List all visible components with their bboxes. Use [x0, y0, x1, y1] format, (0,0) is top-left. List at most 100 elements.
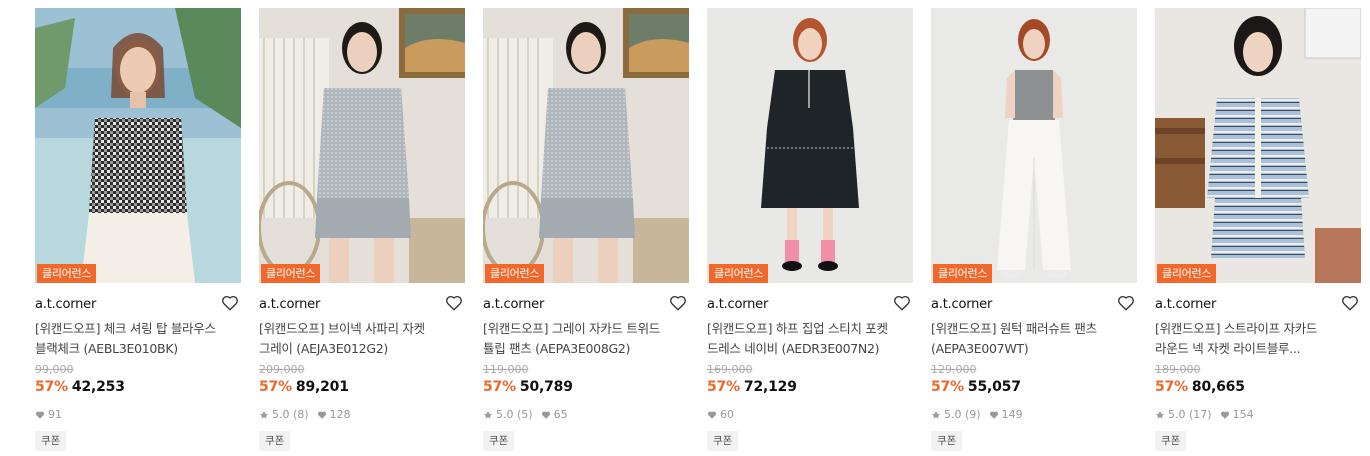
- product-name-line2: 드레스 네이비 (AEDR3E007N2): [707, 341, 880, 356]
- heart-filled-icon: [317, 410, 326, 419]
- heart-filled-icon: [35, 410, 45, 419]
- star-icon: [259, 410, 269, 419]
- heart-outline-icon[interactable]: [445, 294, 463, 312]
- product-name[interactable]: [위캔드오프] 원턱 패러슈트 팬츠 (AEPA3E007WT): [931, 319, 1131, 359]
- product-name[interactable]: [위캔드오프] 브이넥 사파리 자켓 그레이 (AEJA3E012G2): [259, 319, 459, 359]
- heart-filled-icon: [541, 410, 550, 419]
- review-count: (8): [293, 408, 309, 421]
- original-price: 129,000: [931, 363, 977, 376]
- rating-value: 5.0: [1168, 408, 1186, 421]
- rating-group: 5.0 (8): [259, 408, 309, 421]
- product-grid: 클리어런스 a.t.corner [위캔드오프] 체크 셔링 탑 블라우스 블랙…: [0, 0, 1370, 456]
- heart-outline-icon[interactable]: [893, 294, 911, 312]
- like-count: 154: [1232, 408, 1254, 421]
- discount-rate: 57%: [1155, 379, 1188, 395]
- clearance-badge: 클리어런스: [1157, 264, 1217, 283]
- product-stats: 91: [35, 408, 70, 421]
- product-name-line1: [위캔드오프] 원턱 패러슈트 팬츠: [931, 321, 1097, 336]
- review-count: (17): [1189, 408, 1212, 421]
- price-line: 57% 89,201: [259, 379, 349, 395]
- product-image[interactable]: 클리어런스: [259, 8, 465, 283]
- brand-name[interactable]: a.t.corner: [707, 297, 768, 312]
- heart-outline-icon[interactable]: [669, 294, 687, 312]
- heart-filled-icon: [707, 410, 717, 419]
- heart-filled-icon: [1220, 410, 1229, 419]
- product-image[interactable]: 클리어런스: [35, 8, 241, 283]
- product-name[interactable]: [위캔드오프] 스트라이프 자카드 라운드 넥 자켓 라이트블루...: [1155, 319, 1355, 359]
- review-count: (9): [965, 408, 981, 421]
- star-icon: [1155, 410, 1165, 419]
- product-card[interactable]: 클리어런스 a.t.corner [위캔드오프] 체크 셔링 탑 블라우스 블랙…: [35, 8, 241, 451]
- coupon-tag: 쿠폰: [707, 431, 739, 451]
- product-card[interactable]: 클리어런스 a.t.corner [위캔드오프] 브이넥 사파리 자켓 그레이 …: [259, 8, 465, 451]
- likes-group: 65: [541, 408, 568, 421]
- discount-rate: 57%: [259, 379, 292, 395]
- likes-group: 128: [317, 408, 351, 421]
- heart-filled-icon: [989, 410, 998, 419]
- product-stats: 5.0 (9) 149: [931, 408, 1031, 421]
- like-count: 60: [720, 408, 734, 421]
- product-image[interactable]: 클리어런스: [707, 8, 913, 283]
- product-image[interactable]: 클리어런스: [931, 8, 1137, 283]
- coupon-tag: 쿠폰: [483, 431, 515, 451]
- original-price: 169,000: [707, 363, 753, 376]
- clearance-badge: 클리어런스: [709, 264, 769, 283]
- likes-group: 60: [707, 408, 734, 421]
- product-card[interactable]: 클리어런스 a.t.corner [위캔드오프] 스트라이프 자카드 라운드 넥…: [1155, 8, 1361, 451]
- brand-name[interactable]: a.t.corner: [35, 297, 96, 312]
- rating-value: 5.0: [944, 408, 962, 421]
- product-card[interactable]: 클리어런스 a.t.corner [위캔드오프] 원턱 패러슈트 팬츠 (AEP…: [931, 8, 1137, 451]
- star-icon: [931, 410, 941, 419]
- price-line: 57% 72,129: [707, 379, 797, 395]
- brand-name[interactable]: a.t.corner: [931, 297, 992, 312]
- price-line: 57% 42,253: [35, 379, 125, 395]
- heart-outline-icon[interactable]: [1341, 294, 1359, 312]
- price-line: 57% 55,057: [931, 379, 1021, 395]
- product-name[interactable]: [위캔드오프] 하프 집업 스티치 포켓 드레스 네이비 (AEDR3E007N…: [707, 319, 907, 359]
- price-line: 57% 50,789: [483, 379, 573, 395]
- original-price: 209,000: [259, 363, 305, 376]
- coupon-tag: 쿠폰: [35, 431, 67, 451]
- product-image[interactable]: 클리어런스: [1155, 8, 1361, 283]
- price-line: 57% 80,665: [1155, 379, 1245, 395]
- discount-rate: 57%: [707, 379, 740, 395]
- product-name[interactable]: [위캔드오프] 그레이 자카드 트위드 튤립 팬츠 (AEPA3E008G2): [483, 319, 683, 359]
- like-count: 65: [553, 408, 568, 421]
- product-name-line1: [위캔드오프] 하프 집업 스티치 포켓: [707, 321, 888, 336]
- brand-name[interactable]: a.t.corner: [259, 297, 320, 312]
- like-count: 91: [48, 408, 62, 421]
- product-name[interactable]: [위캔드오프] 체크 셔링 탑 블라우스 블랙체크 (AEBL3E010BK): [35, 319, 235, 359]
- rating-group: 5.0 (9): [931, 408, 981, 421]
- product-stats: 60: [707, 408, 742, 421]
- product-card[interactable]: 클리어런스 a.t.corner [위캔드오프] 하프 집업 스티치 포켓 드레…: [707, 8, 913, 451]
- product-name-line1: [위캔드오프] 체크 셔링 탑 블라우스: [35, 321, 216, 336]
- sale-price: 89,201: [295, 379, 349, 395]
- product-name-line2: 튤립 팬츠 (AEPA3E008G2): [483, 341, 631, 356]
- likes-group: 149: [989, 408, 1023, 421]
- like-count: 128: [329, 408, 351, 421]
- original-price: 189,000: [1155, 363, 1201, 376]
- discount-rate: 57%: [931, 379, 964, 395]
- rating-group: 5.0 (5): [483, 408, 533, 421]
- product-image[interactable]: 클리어런스: [483, 8, 689, 283]
- original-price: 119,000: [483, 363, 529, 376]
- rating-value: 5.0: [496, 408, 514, 421]
- clearance-badge: 클리어런스: [485, 264, 545, 283]
- rating-group: 5.0 (17): [1155, 408, 1212, 421]
- sale-price: 42,253: [71, 379, 125, 395]
- sale-price: 72,129: [743, 379, 797, 395]
- product-name-line2: 라운드 넥 자켓 라이트블루...: [1155, 341, 1301, 356]
- likes-group: 154: [1220, 408, 1254, 421]
- sale-price: 55,057: [967, 379, 1021, 395]
- product-card[interactable]: 클리어런스 a.t.corner [위캔드오프] 그레이 자카드 트위드 튤립 …: [483, 8, 689, 451]
- product-name-line2: (AEPA3E007WT): [931, 341, 1029, 356]
- sale-price: 80,665: [1191, 379, 1245, 395]
- star-icon: [483, 410, 493, 419]
- discount-rate: 57%: [35, 379, 68, 395]
- clearance-badge: 클리어런스: [933, 264, 993, 283]
- heart-outline-icon[interactable]: [1117, 294, 1135, 312]
- brand-name[interactable]: a.t.corner: [1155, 297, 1216, 312]
- brand-name[interactable]: a.t.corner: [483, 297, 544, 312]
- heart-outline-icon[interactable]: [221, 294, 239, 312]
- discount-rate: 57%: [483, 379, 516, 395]
